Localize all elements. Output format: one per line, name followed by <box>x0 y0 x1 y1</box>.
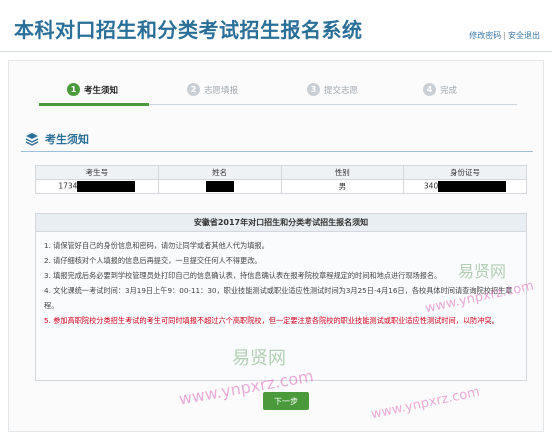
exam-no-value: 1734 <box>58 181 78 191</box>
notice-title: 安徽省2017年对口招生和分类考试招生报名须知 <box>36 214 526 232</box>
table-row: 1734 男 340 <box>35 179 527 194</box>
logout-link[interactable]: 安全退出 <box>508 31 540 40</box>
stack-icon <box>25 133 39 146</box>
section-header: 考生须知 <box>25 131 89 147</box>
change-password-link[interactable]: 修改密码 <box>469 31 501 40</box>
notice-item-5-warning: 5. 参加高职院校分类招生考试的考生可同时填报不超过六个高职院校，但一定要注意各… <box>44 316 499 325</box>
notice-body: 1. 请保管好自己的身份信息和密码，请勿让同学或者其他人代为填报。 2. 请仔细… <box>36 232 526 328</box>
steps-progress-bar <box>39 103 149 106</box>
step-number-1: 1 <box>67 83 80 96</box>
notice-item-3: 3. 填报完成后务必要到学校管理员处打印自己的信息确认表，持信息确认表在报考院校… <box>44 271 442 280</box>
step-number-4: 4 <box>423 83 436 96</box>
section-divider <box>21 151 533 152</box>
header-links: 修改密码 | 安全退出 <box>469 30 540 41</box>
step-indicator: 1 考生须知 2 志愿填报 3 提交志愿 4 完成 <box>39 79 519 106</box>
step-label-4: 完成 <box>440 85 458 96</box>
step-3: 3 提交志愿 <box>307 83 358 96</box>
notice-item-4: 4. 文化课统一考试时间：3月19日上午9：00-11：30，职业技能测试或职业… <box>44 286 513 310</box>
id-no-value: 340 <box>423 181 439 191</box>
step-2: 2 志愿填报 <box>187 83 238 96</box>
step-label-3: 提交志愿 <box>324 85 359 96</box>
step-4: 4 完成 <box>423 83 457 96</box>
col-name: 姓名 <box>157 165 282 180</box>
app-title: 本科对口招生和分类考试招生报名系统 <box>14 18 363 42</box>
cell-name <box>157 179 282 194</box>
cell-exam-no: 1734 <box>35 179 159 194</box>
col-exam-no: 考生号 <box>35 165 159 180</box>
cell-gender: 男 <box>280 179 405 194</box>
redaction-bar <box>205 181 234 192</box>
table-header-row: 考生号 姓名 性别 身份证号 <box>35 165 527 180</box>
step-label-2: 志愿填报 <box>204 85 239 96</box>
section-title: 考生须知 <box>45 133 89 146</box>
next-step-button[interactable]: 下一步 <box>263 392 309 410</box>
redaction-bar <box>77 181 136 192</box>
link-separator: | <box>503 31 506 40</box>
cell-id-no: 340 <box>403 179 527 194</box>
col-id-no: 身份证号 <box>403 165 527 180</box>
notice-item-1: 1. 请保管好自己的身份信息和密码，请勿让同学或者其他人代为填报。 <box>44 241 269 250</box>
step-number-3: 3 <box>307 83 320 96</box>
col-gender: 性别 <box>280 165 405 180</box>
step-label-1: 考生须知 <box>84 85 119 96</box>
notice-item-2: 2. 请仔细核对个人填报的信息后再提交，一旦提交任何人不得更改。 <box>44 256 262 265</box>
notice-box: 安徽省2017年对口招生和分类考试招生报名须知 1. 请保管好自己的身份信息和密… <box>35 213 527 381</box>
main-panel: 1 考生须知 2 志愿填报 3 提交志愿 4 完成 考生须知 考生号 姓名 性别… <box>8 60 544 432</box>
step-number-2: 2 <box>187 83 200 96</box>
step-1: 1 考生须知 <box>67 83 118 96</box>
candidate-info-table: 考生号 姓名 性别 身份证号 1734 男 340 <box>35 165 527 194</box>
header: 本科对口招生和分类考试招生报名系统 修改密码 | 安全退出 <box>0 0 552 52</box>
redaction-bar <box>438 181 507 192</box>
